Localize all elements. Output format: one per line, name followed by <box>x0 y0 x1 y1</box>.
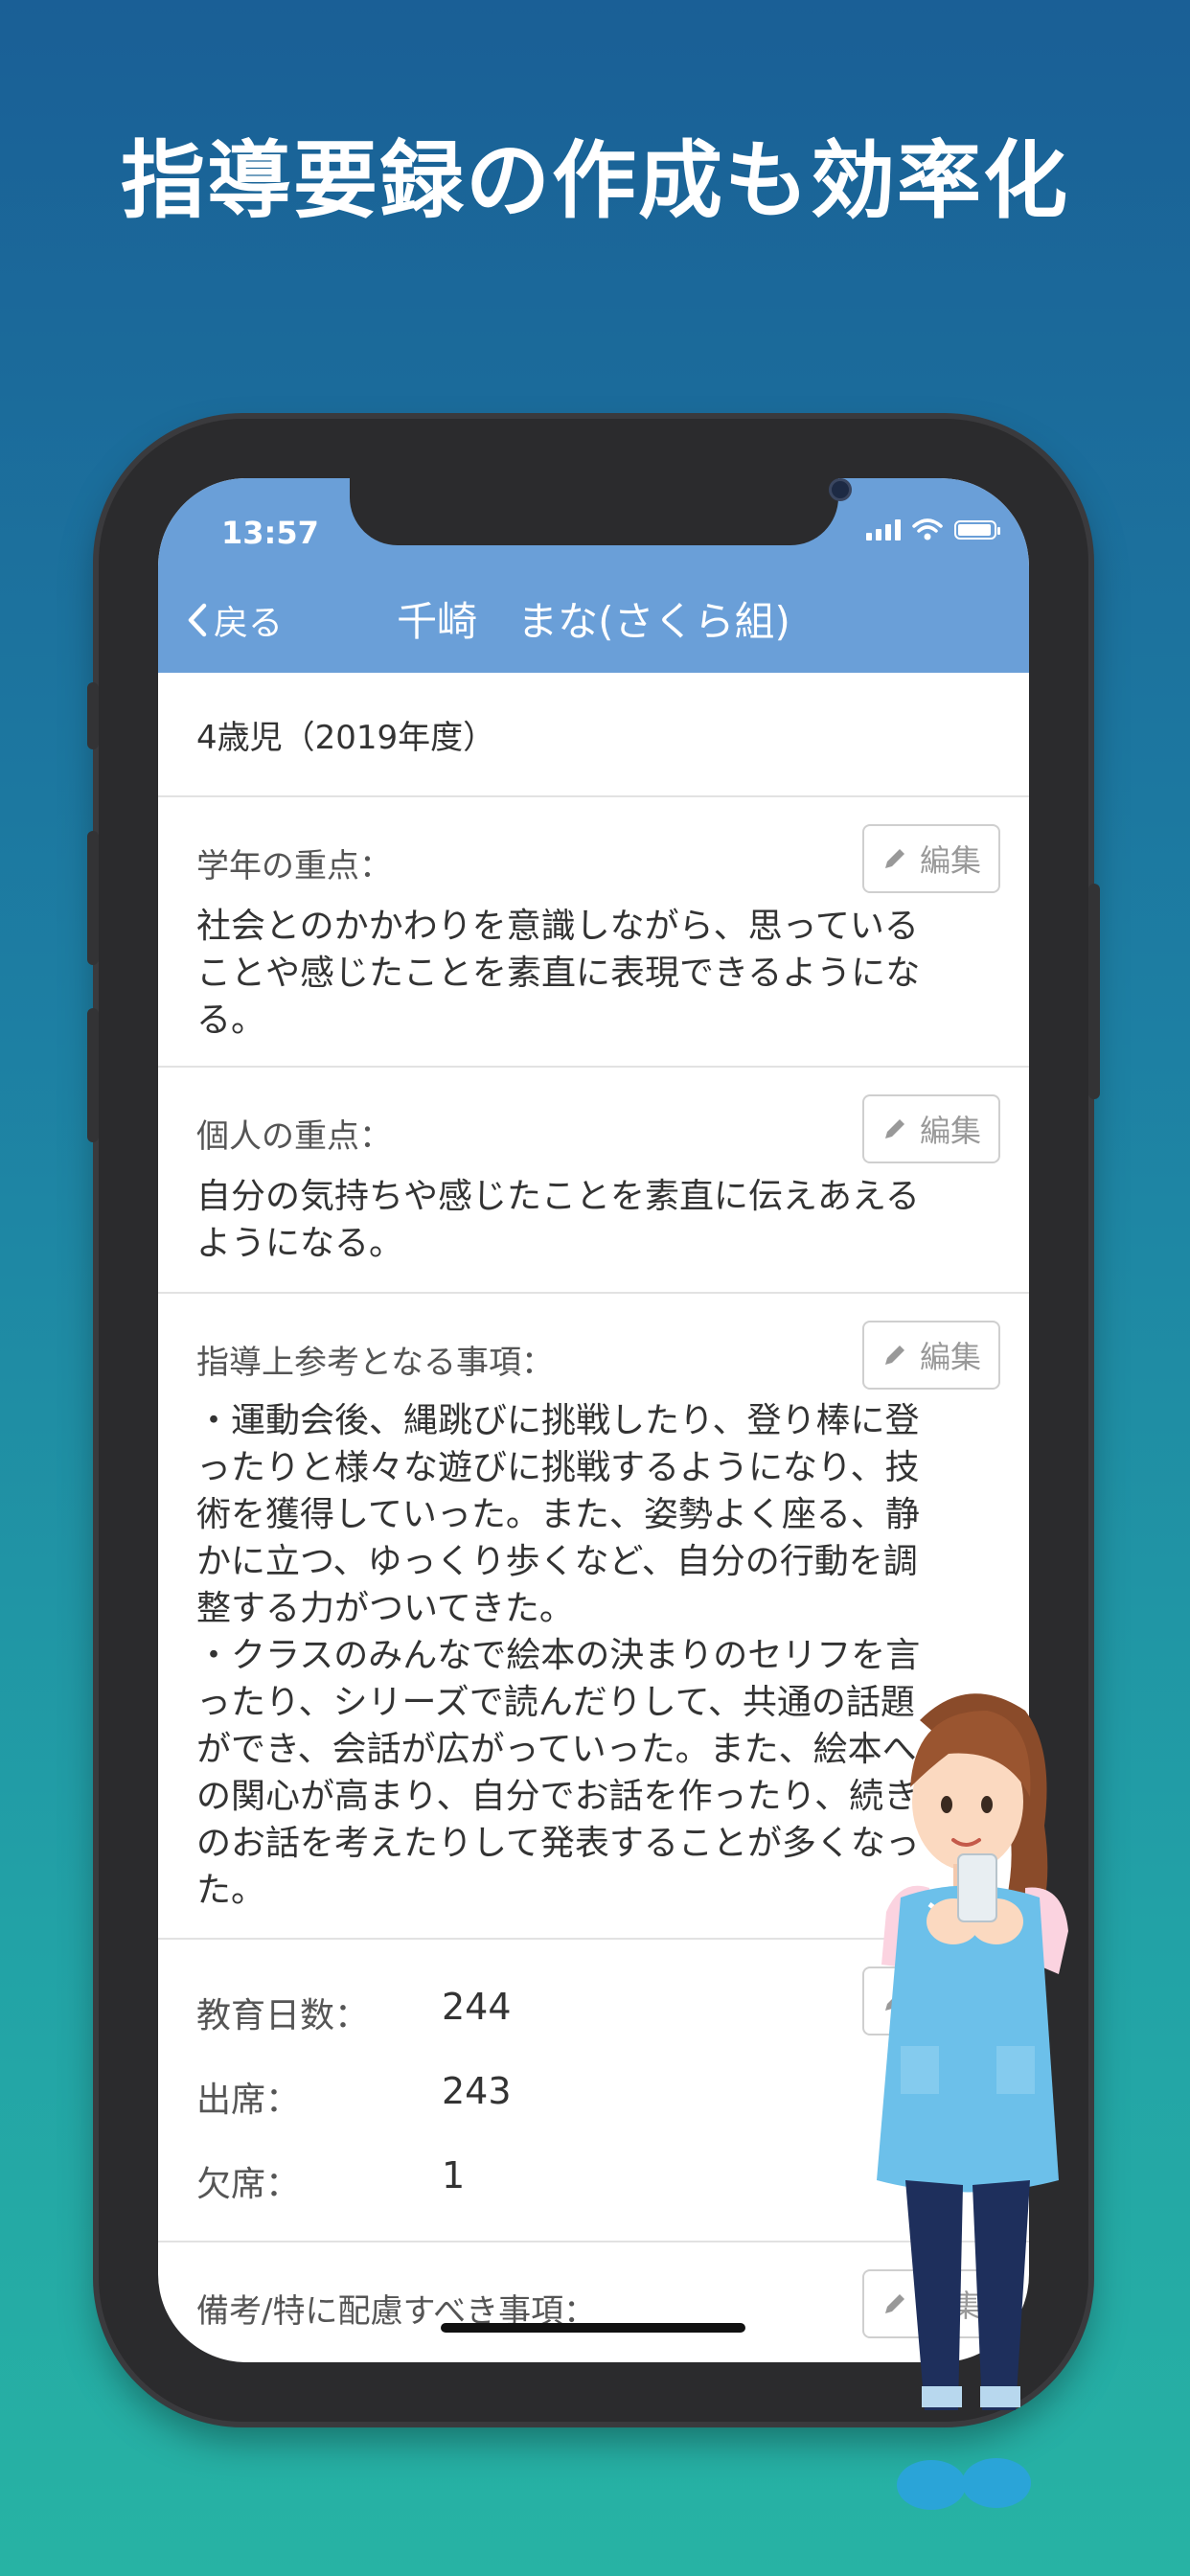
phone-side-button <box>87 682 99 749</box>
front-camera <box>829 478 852 501</box>
pencil-icon <box>884 1119 904 1138</box>
year-label: 4歳児（2019年度） <box>158 673 1029 797</box>
battery-icon <box>954 520 1000 540</box>
pencil-icon <box>884 1346 904 1365</box>
teacher-illustration <box>877 1693 1068 2510</box>
attendance-value: 243 <box>442 2070 512 2112</box>
status-icons <box>866 518 1000 541</box>
text-line: かに立つ、ゆっくり歩くなど、自分の行動を調 <box>196 1542 918 1581</box>
attendance-label: 欠席： <box>196 2165 301 2204</box>
text-line: 整する力がついてきた。 <box>196 1589 574 1628</box>
wifi-icon <box>912 518 943 540</box>
phone-power-button <box>1088 884 1100 1099</box>
section-label: 指導上参考となる事項： <box>196 1344 554 1382</box>
text-line: ・運動会後、縄跳びに挑戦したり、登り棒に登 <box>196 1401 920 1440</box>
edit-label: 編集 <box>919 842 981 879</box>
status-time: 13:57 <box>221 515 319 551</box>
section-label: 個人の重点： <box>196 1117 392 1156</box>
text-line: ことや感じたことを素直に表現できるようにな <box>196 954 921 993</box>
cellular-signal-icon <box>866 519 901 540</box>
attendance-value: 1 <box>442 2154 466 2196</box>
text-line: 自分の気持ちや感じたことを素直に伝えあえる <box>196 1177 920 1216</box>
notch <box>350 478 852 545</box>
section-label: 学年の重点： <box>196 847 392 886</box>
attendance-label: 教育日数： <box>196 1996 370 2036</box>
section-grade-focus: 学年の重点： 編集 社会とのかかわりを意識しながら、思っている ことや感じたこと… <box>158 797 1029 1068</box>
attendance-label: 出席： <box>196 2081 301 2120</box>
edit-label: 編集 <box>919 1113 981 1149</box>
section-text: 社会とのかかわりを意識しながら、思っている ことや感じたことを素直に表現できるよ… <box>196 903 982 1044</box>
edit-button[interactable]: 編集 <box>862 1321 1000 1390</box>
section-personal-focus: 個人の重点： 編集 自分の気持ちや感じたことを素直に伝えあえる ようになる。 <box>158 1068 1029 1294</box>
edit-button[interactable]: 編集 <box>862 824 1000 893</box>
text-line: ったりと様々な遊びに挑戦するようになり、技 <box>196 1448 920 1487</box>
headline: 指導要録の作成も効率化 <box>120 131 1069 230</box>
phone-volume-up <box>87 831 99 965</box>
home-indicator <box>441 2323 745 2333</box>
edit-label: 編集 <box>919 1339 981 1375</box>
section-text: 自分の気持ちや感じたことを素直に伝えあえる ようになる。 <box>196 1173 982 1267</box>
text-line: る。 <box>196 1000 266 1040</box>
text-line: 社会とのかかわりを意識しながら、思っている <box>196 907 919 946</box>
text-line: ようになる。 <box>196 1224 404 1263</box>
pencil-icon <box>884 849 904 868</box>
nav-title: 千崎 まな(さくら組) <box>397 598 790 645</box>
edit-button[interactable]: 編集 <box>862 1094 1000 1163</box>
phone-volume-down <box>87 1008 99 1142</box>
text-line: ・クラスのみんなで絵本の決まりのセリフを言 <box>196 1636 921 1675</box>
attendance-value: 244 <box>442 1986 512 2028</box>
text-line: 術を獲得していった。また、姿勢よく座る、静 <box>196 1495 920 1534</box>
